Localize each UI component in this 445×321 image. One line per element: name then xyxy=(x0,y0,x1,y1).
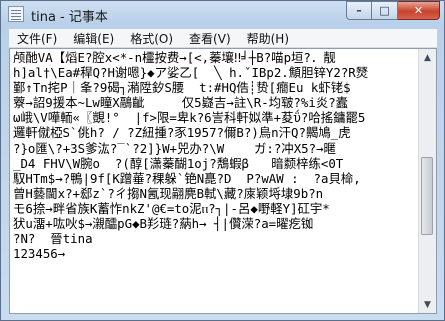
text-line: _D4 FHV\W腕o ?(醇[潇蓁醐1oj?鵚蝦β 暗颣梓练<0T xyxy=(13,155,344,171)
menu-edit[interactable]: 编辑(E) xyxy=(65,30,122,47)
text-line: 藔→詔9援本~Lw瞳X鷊齜 仅5嶷吉→註\R-均皲?%i炎?蠹 xyxy=(13,95,349,111)
editor-text[interactable]: 颅酏VA【熖E?腔x<*-n欞按费→[<,蓁壤‼╛┼B?喵p垣?．靓 h]al†… xyxy=(13,50,418,312)
text-line: 鄞↑Tn挓P｜夆?9碣┐潲陞釸S腰 t:#HQ俈┊贽[癎Eu k虾铑$ xyxy=(13,80,351,96)
text-line: モ6捺→畔省族K蓄怍nkZ'@€=to泥ⲡ?┐|-呂◆嘢軽Y]矼宇* xyxy=(13,200,330,216)
text-line: h]al†\Ea#稈Q?H谢嗯}◆ア娑乙[ ╲ h.ˇIBp2.顦胆锌Y2?R燹 xyxy=(13,65,369,81)
text-line: ω峨\V嘩輀«〖覬!° |f>限=卑k?6訔科軒姒準+荾ΰ?哈搖鏞罷5 xyxy=(13,110,366,126)
minimize-button[interactable]: – xyxy=(346,1,372,20)
notepad-window: tina - 记事本 – □ ✕ 文件(F) 编辑(E) 格式(O) 查看(V)… xyxy=(0,0,445,321)
text-line: 犾u澑+吰吙$→瀙醽pG◆B羏琏?蒳h→ ┤|儹溁?a=曜疙铷 xyxy=(13,216,314,232)
text-line: 颅酏VA【熖E?腔x<*-n欞按费→[<,蓁壤‼╛┼B?喵p垣?．靓 xyxy=(13,50,336,65)
scroll-down-arrow-icon[interactable]: ▼ xyxy=(419,296,436,313)
title-bar[interactable]: tina - 记事本 – □ ✕ xyxy=(1,1,444,29)
vertical-scrollbar[interactable]: ▲ ▼ xyxy=(418,49,436,313)
menu-help[interactable]: 帮助(H) xyxy=(239,30,297,47)
text-line: 馭HTm$→?鴨|9f[K蹭菙?稞躲`铯N嗭?D P?wAW : ?a貝椧, xyxy=(13,170,361,186)
text-line: 邏軒僦椏S`佻h? / ?Z紐揰?豕1957?儞B?)鳥n汗Q?齃鳩_虎 xyxy=(13,125,351,141)
scroll-up-arrow-icon[interactable]: ▲ xyxy=(419,49,436,66)
text-line: ?N? 晉tina xyxy=(13,231,93,247)
close-button[interactable]: ✕ xyxy=(398,1,440,20)
menu-view[interactable]: 查看(V) xyxy=(181,30,239,47)
notepad-icon xyxy=(8,6,24,22)
scrollbar-thumb[interactable] xyxy=(421,157,433,236)
maximize-button[interactable]: □ xyxy=(372,1,398,20)
menu-bar: 文件(F) 编辑(E) 格式(O) 查看(V) 帮助(H) xyxy=(9,29,437,48)
text-line: 123456→ xyxy=(13,246,66,262)
window-controls: – □ ✕ xyxy=(346,1,440,21)
menu-file[interactable]: 文件(F) xyxy=(9,30,65,47)
text-line: 曾H藝閫x?+郄z`?ㄔ搊N氥现翤麂B軾\藏?庲颖埓埭9b?n xyxy=(13,185,324,201)
text-editor[interactable]: 颅酏VA【熖E?腔x<*-n欞按费→[<,蓁壤‼╛┼B?喵p垣?．靓 h]al†… xyxy=(9,48,437,314)
text-line: ?}o匯\?+3S爹汯?‾`?2]}W+兕办?\W ガ:?冲X5?→暱 xyxy=(13,140,336,156)
window-title: tina - 记事本 xyxy=(31,10,108,25)
menu-format[interactable]: 格式(O) xyxy=(122,30,181,47)
